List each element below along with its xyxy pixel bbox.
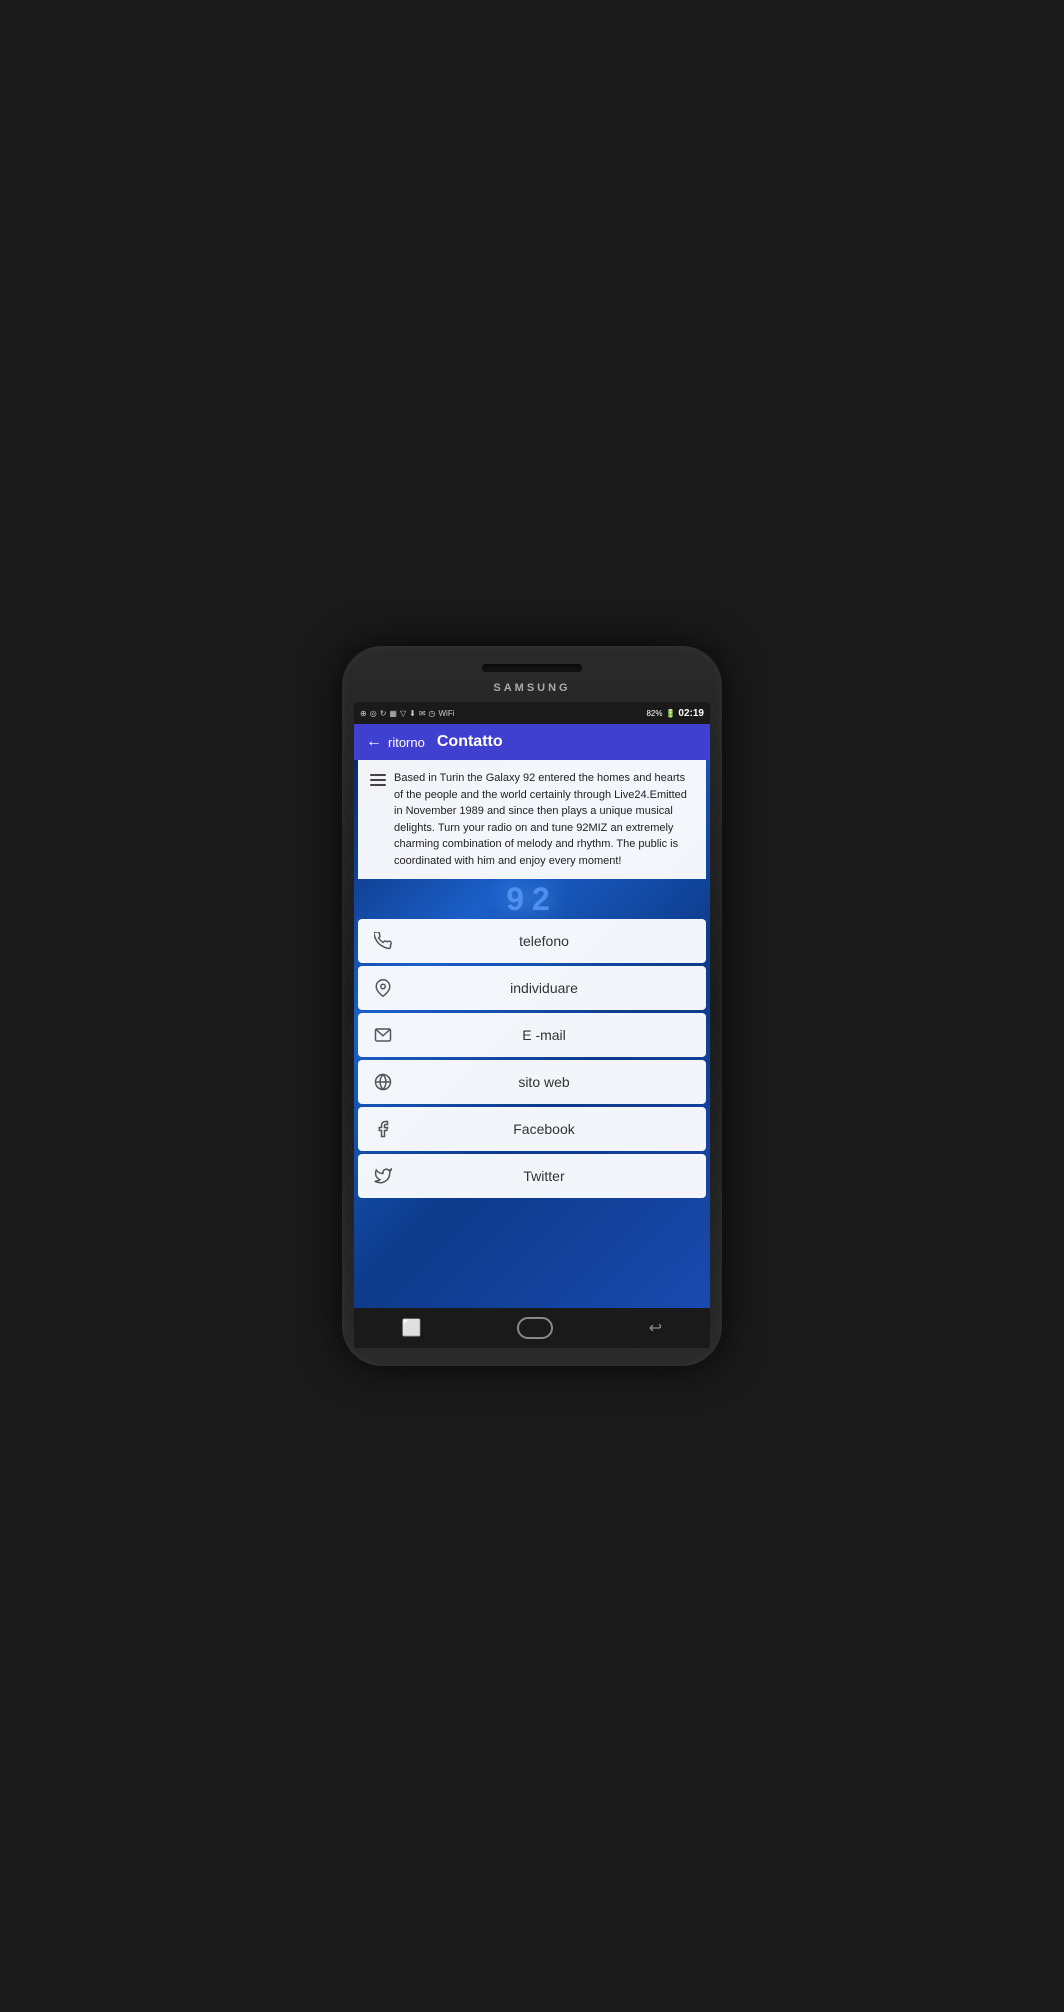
phone-brand: SAMSUNG (493, 682, 570, 694)
individuare-label: individuare (398, 980, 690, 996)
content-area: Based in Turin the Galaxy 92 entered the… (354, 760, 710, 1308)
facebook-label: Facebook (398, 1121, 690, 1137)
individuare-button[interactable]: individuare (358, 966, 706, 1010)
status-icon-5: ▽ (400, 709, 406, 718)
phone-speaker (482, 664, 582, 672)
logo-text: 92 (506, 881, 558, 918)
status-time: 02:19 (678, 708, 704, 719)
bottom-nav: ⬜ ↩ (354, 1308, 710, 1348)
hamburger-icon[interactable] (370, 774, 386, 786)
contact-buttons: telefono individuare (354, 919, 710, 1198)
recent-apps-button[interactable]: ⬜ (402, 1318, 422, 1338)
email-button[interactable]: E -mail (358, 1013, 706, 1057)
status-icon-1: ⊕ (360, 709, 367, 718)
logo-area: 92 (354, 879, 710, 919)
status-icon-wifi: WiFi (439, 709, 455, 718)
app-bar: ← ritorno Contatto (354, 724, 710, 760)
phone-frame: SAMSUNG ⊕ ◎ ↻ ▦ ▽ ⬇ ✉ ◷ WiFi 82% 🔋 02:19 (342, 646, 722, 1366)
status-icons-left: ⊕ ◎ ↻ ▦ ▽ ⬇ ✉ ◷ WiFi (360, 709, 455, 718)
status-icons-right: 82% 🔋 02:19 (646, 708, 704, 719)
twitter-button[interactable]: Twitter (358, 1154, 706, 1198)
twitter-icon (374, 1167, 398, 1185)
home-button[interactable] (517, 1317, 553, 1339)
phone-icon (374, 932, 398, 950)
back-arrow-icon[interactable]: ← (366, 733, 382, 751)
hamburger-line-2 (370, 779, 386, 781)
location-icon (374, 979, 398, 997)
phone-screen: ⊕ ◎ ↻ ▦ ▽ ⬇ ✉ ◷ WiFi 82% 🔋 02:19 ← ritor… (354, 702, 710, 1348)
globe-icon (374, 1073, 398, 1091)
status-icon-3: ↻ (380, 709, 387, 718)
hamburger-line-1 (370, 774, 386, 776)
status-icon-4: ▦ (389, 709, 397, 718)
twitter-label: Twitter (398, 1168, 690, 1184)
status-icon-8: ◷ (429, 709, 436, 718)
description-text: Based in Turin the Galaxy 92 entered the… (394, 772, 687, 867)
status-icon-6: ⬇ (409, 709, 416, 718)
status-icon-2: ◎ (370, 709, 377, 718)
email-label: E -mail (398, 1027, 690, 1043)
back-label[interactable]: ritorno (388, 735, 425, 750)
sito-web-button[interactable]: sito web (358, 1060, 706, 1104)
status-bar: ⊕ ◎ ↻ ▦ ▽ ⬇ ✉ ◷ WiFi 82% 🔋 02:19 (354, 702, 710, 724)
hamburger-line-3 (370, 784, 386, 786)
telefono-label: telefono (398, 933, 690, 949)
battery-percent: 82% (646, 709, 662, 718)
description-card: Based in Turin the Galaxy 92 entered the… (358, 760, 706, 879)
status-icon-7: ✉ (419, 709, 426, 718)
app-title: Contatto (437, 733, 503, 751)
telefono-button[interactable]: telefono (358, 919, 706, 963)
facebook-icon (374, 1120, 398, 1138)
back-button[interactable]: ↩ (649, 1318, 662, 1338)
email-icon (374, 1026, 398, 1044)
facebook-button[interactable]: Facebook (358, 1107, 706, 1151)
battery-icon: 🔋 (665, 709, 675, 718)
sito-web-label: sito web (398, 1074, 690, 1090)
